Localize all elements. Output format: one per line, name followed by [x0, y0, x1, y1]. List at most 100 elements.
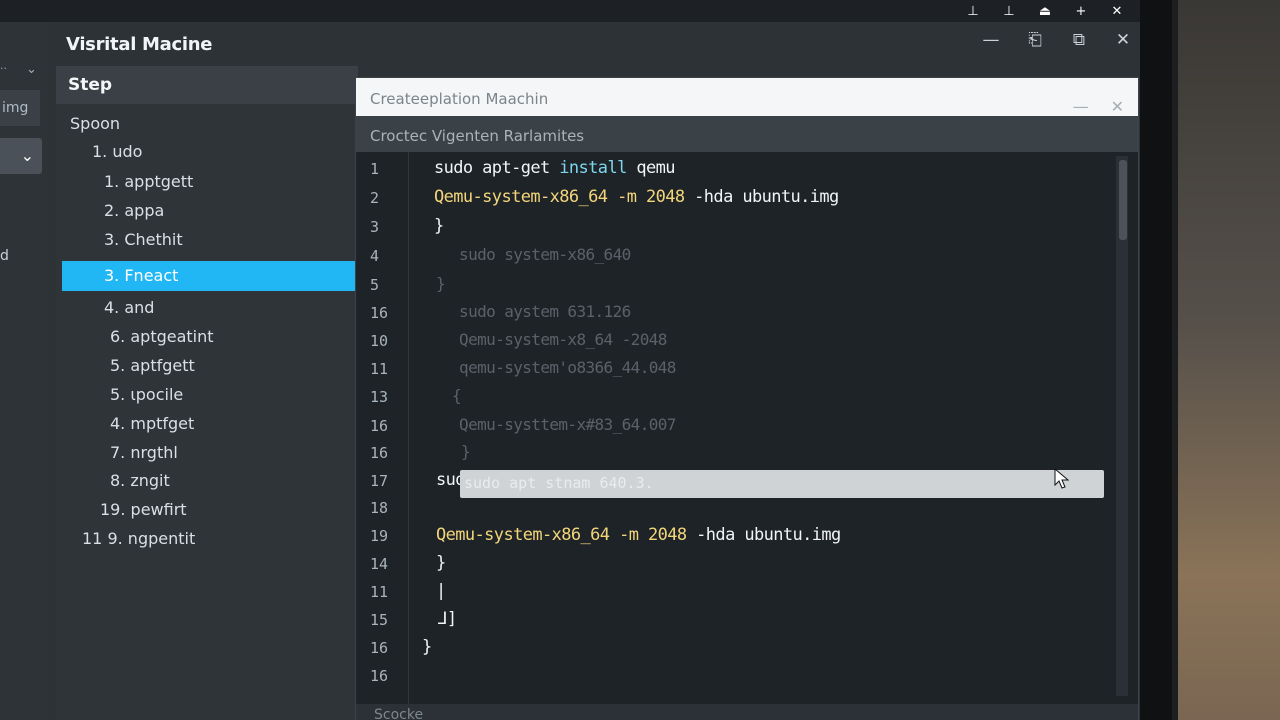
chevron-down-icon: ⌄	[20, 146, 34, 165]
create-machine-dialog: Createeplation Maachin — ✕ Croctec Vigen…	[356, 78, 1138, 720]
tray-icon-1[interactable]: ⊥	[966, 4, 980, 19]
code-token: install	[559, 158, 627, 178]
line-number: 14	[370, 555, 389, 573]
code-token: sudo system-x86_640	[450, 245, 631, 264]
window-title: Visrital Macine	[66, 34, 213, 55]
code-token: sudo aystem 631.126	[450, 302, 631, 321]
code-token: }	[434, 216, 444, 236]
rail-dropdown[interactable]: ⌄	[0, 138, 42, 174]
code-token: }	[452, 442, 471, 461]
step-item[interactable]: 11 9. ngpentit	[82, 529, 195, 548]
dialog-title: Createeplation Maachin	[370, 90, 549, 108]
code-line[interactable]: qemu-system'o8366_44.048	[450, 358, 676, 378]
laptop-bezel-edge	[1172, 0, 1178, 720]
code-token: Qemu-system-x8_64 -2048	[450, 330, 667, 349]
step-item[interactable]: 2. appa	[104, 201, 164, 220]
code-token: qemu	[626, 158, 675, 178]
step-item[interactable]: 5. aptfgett	[110, 356, 195, 375]
tray-icon-2[interactable]: ⊥	[1002, 4, 1016, 19]
code-token: -m 2048	[619, 525, 687, 545]
step-panel: Step Spoon 1. udo 1. apptgett 2. appa 3. Che…	[56, 66, 358, 720]
rail-label: d	[0, 248, 9, 264]
code-editor[interactable]: 1 2 3 4 5 16 10 11 13 16 16 17 18 19 14 11 15 16 16 sudo a…	[356, 152, 1138, 704]
code-line[interactable]: Qemu-system-x86_64 -m 2048 -hda ubuntu.i…	[434, 187, 839, 207]
line-number: 18	[370, 499, 389, 517]
minimize-button[interactable]: —	[980, 30, 1002, 50]
line-number: 11	[370, 360, 389, 378]
top-system-bar: ⊥ ⊥ ⏏ + ✕	[0, 0, 1140, 22]
code-line[interactable]: }	[436, 274, 446, 294]
window-controls: — ⎗ ⧉ ✕	[980, 30, 1134, 50]
close-icon[interactable]: ✕	[1110, 4, 1124, 19]
left-rail: ·· ⌄ img ⌄ d	[0, 22, 48, 720]
line-number: 15	[370, 611, 389, 629]
screen: ⊥ ⊥ ⏏ + ✕ ·· ⌄ img ⌄ d Visrital Macine —…	[0, 0, 1140, 720]
line-number: 10	[370, 332, 389, 350]
line-number: 4	[370, 247, 380, 265]
dialog-status: Scocke	[356, 704, 1138, 720]
close-button[interactable]: ✕	[1112, 30, 1134, 50]
code-token: }	[436, 553, 446, 573]
tray-icon-4[interactable]: +	[1074, 4, 1088, 19]
step-item[interactable]: 1. udo	[92, 142, 142, 161]
code-token: qemu-system'o8366_44.048	[450, 358, 676, 377]
code-line[interactable]: sudo system-x86_640	[450, 245, 631, 265]
clipboard-icon[interactable]: ⎗	[1024, 30, 1046, 50]
arrow-cursor-icon	[1054, 468, 1070, 489]
code-token: ⅃]	[438, 609, 457, 629]
chevron-down-icon[interactable]: ⌄	[26, 62, 37, 77]
step-item[interactable]: Spoon	[70, 114, 120, 133]
line-number: 5	[370, 276, 380, 294]
code-line[interactable]: Qemu-system-x8_64 -2048	[450, 330, 667, 350]
line-number: 16	[370, 417, 389, 435]
step-item[interactable]: 4. mptfget	[110, 414, 194, 433]
code-token: -hda ubuntu.img	[684, 187, 839, 207]
code-line[interactable]: sudo apt-get install qemu	[434, 158, 676, 178]
line-number-gutter: 1 2 3 4 5 16 10 11 13 16 16 17 18 19 14 11 15 16 16	[356, 152, 409, 704]
code-token: Qemu-system-x86_64	[436, 525, 620, 545]
code-token: -hda ubuntu.img	[686, 525, 841, 545]
maximize-button[interactable]: ⧉	[1068, 30, 1090, 50]
dialog-subtitle: Croctec Vigenten Rarlamites	[356, 116, 1138, 152]
code-line[interactable]: Qemu-system-x86_64 -m 2048 -hda ubuntu.i…	[436, 525, 841, 545]
code-line[interactable]: }	[452, 442, 471, 462]
step-item[interactable]: 5. ιpocile	[110, 385, 183, 404]
line-number: 16	[370, 639, 389, 657]
scrollbar-thumb[interactable]	[1119, 160, 1127, 240]
selected-text: sudo apt stnam 640.3.	[464, 474, 654, 492]
code-token: {	[452, 386, 462, 405]
line-number: 16	[370, 444, 389, 462]
code-line[interactable]: sudo aystem 631.126	[450, 302, 631, 322]
rail-tab-img[interactable]: img	[0, 90, 40, 126]
code-line[interactable]: }	[436, 553, 446, 573]
code-line[interactable]: {	[452, 386, 462, 406]
step-item[interactable]: 1. apptgett	[104, 172, 193, 191]
step-item[interactable]: 7. nrgthl	[110, 443, 178, 462]
code-line[interactable]: }	[422, 637, 432, 657]
code-line[interactable]: Qemu-systtem-x#83_64.007	[450, 415, 676, 435]
step-item[interactable]: 8. zngit	[110, 471, 170, 490]
code-token: }	[436, 274, 446, 293]
line-number: 13	[370, 388, 389, 406]
tray-icon-3[interactable]: ⏏	[1038, 4, 1052, 19]
line-number: 11	[370, 583, 389, 601]
line-number: 17	[370, 472, 389, 490]
line-number: 2	[370, 189, 380, 207]
line-number: 19	[370, 527, 389, 545]
code-line[interactable]: ⅃]	[438, 609, 457, 629]
code-line[interactable]: }	[434, 216, 444, 236]
line-number: 3	[370, 218, 380, 236]
step-item[interactable]: 3. Chethit	[104, 230, 183, 249]
step-item[interactable]: 19. pewfirt	[100, 500, 187, 519]
code-token: -m 2048	[617, 187, 685, 207]
line-number: 1	[370, 160, 380, 178]
code-line[interactable]: |	[436, 581, 446, 601]
step-panel-header: Step	[56, 66, 358, 104]
step-item-selected[interactable]: 3. Fneact	[62, 261, 358, 291]
code-token: |	[436, 581, 446, 601]
code-token: Qemu-systtem-x#83_64.007	[450, 415, 676, 434]
step-item[interactable]: 6. aptgeatint	[110, 327, 214, 346]
line-number: 16	[370, 667, 389, 685]
step-item[interactable]: 4. and	[104, 298, 154, 317]
code-token: Qemu-system-x86_64	[434, 187, 618, 207]
